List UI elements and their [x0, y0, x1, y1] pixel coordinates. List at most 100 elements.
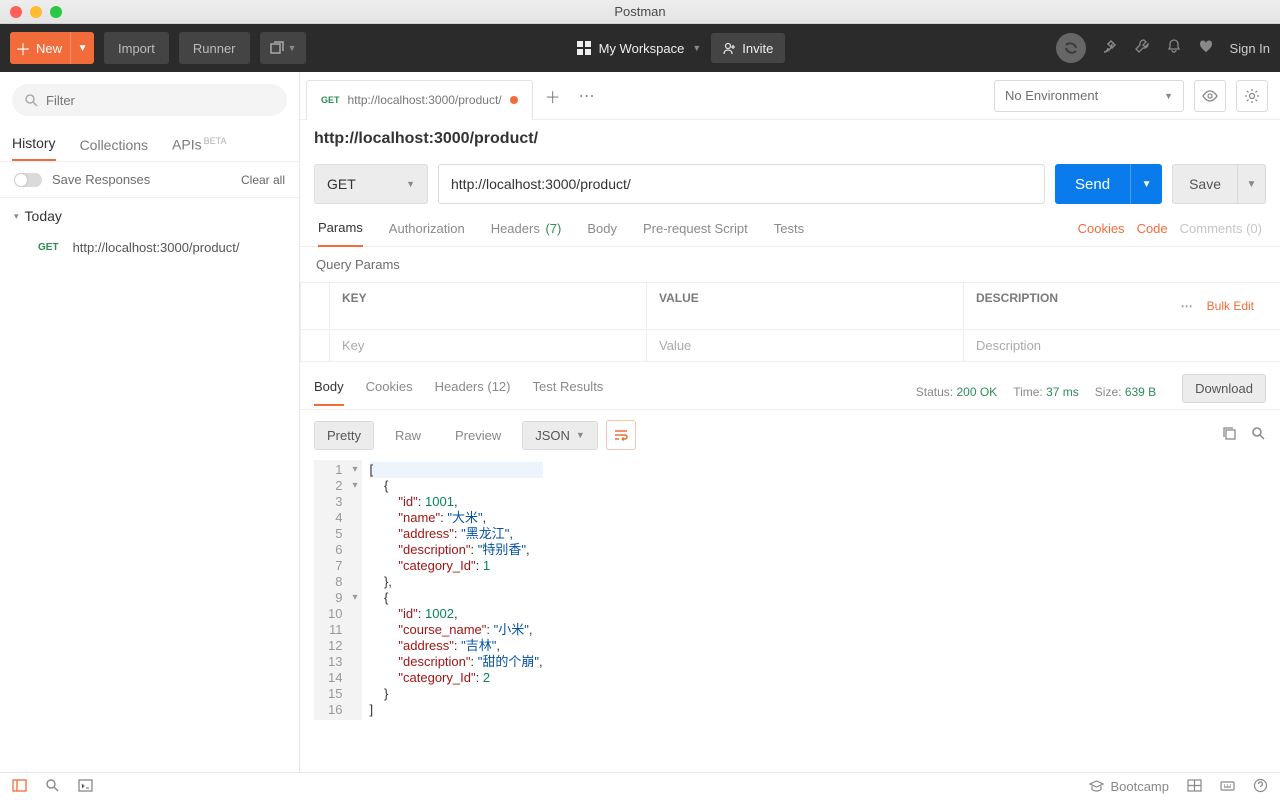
bulk-edit-link[interactable]: Bulk Edit — [1207, 299, 1254, 313]
request-tab[interactable]: GET http://localhost:3000/product/ — [306, 80, 533, 120]
tab-history[interactable]: History — [12, 135, 56, 161]
send-dropdown[interactable]: ▼ — [1130, 164, 1162, 204]
tab-body[interactable]: Body — [587, 221, 617, 246]
grid-icon — [577, 41, 591, 55]
cookies-link[interactable]: Cookies — [1078, 221, 1125, 236]
clear-all-link[interactable]: Clear all — [241, 173, 285, 187]
tab-more-button[interactable]: ⋯ — [573, 82, 601, 110]
qp-key-input[interactable] — [342, 338, 634, 353]
request-title: http://localhost:3000/product/ — [300, 120, 1280, 158]
console-icon[interactable] — [78, 778, 93, 796]
add-tab-button[interactable]: ＋ — [539, 82, 567, 110]
send-button[interactable]: Send — [1055, 164, 1130, 204]
resp-tab-headers[interactable]: Headers (12) — [435, 379, 511, 404]
bootcamp-icon — [1089, 779, 1104, 794]
time-value: 37 ms — [1046, 385, 1079, 399]
copy-icon[interactable] — [1222, 426, 1237, 444]
query-params-table: KEY VALUE DESCRIPTION ⋯ Bulk Edit — [300, 282, 1280, 362]
request-sub-tabs: Params Authorization Headers (7) Body Pr… — [300, 210, 1280, 247]
wrench-icon[interactable] — [1134, 38, 1150, 59]
open-new-button[interactable]: ▼ — [260, 32, 307, 64]
tab-url: http://localhost:3000/product/ — [348, 93, 502, 107]
satellite-icon[interactable] — [1102, 38, 1118, 59]
response-toolbar: Pretty Raw Preview JSON ▼ — [300, 410, 1280, 460]
comments-link[interactable]: Comments (0) — [1180, 221, 1262, 236]
method-dropdown[interactable]: GET ▼ — [314, 164, 428, 204]
code-link[interactable]: Code — [1137, 221, 1168, 236]
save-button[interactable]: Save — [1172, 164, 1238, 204]
raw-button[interactable]: Raw — [382, 421, 434, 450]
new-button[interactable]: ＋ New ▼ — [10, 32, 94, 64]
new-dropdown[interactable]: ▼ — [70, 32, 94, 64]
request-row: GET ▼ Send ▼ Save ▼ — [300, 158, 1280, 210]
save-dropdown[interactable]: ▼ — [1238, 164, 1266, 204]
filter-input[interactable] — [46, 93, 275, 108]
tab-authorization[interactable]: Authorization — [389, 221, 465, 246]
runner-button[interactable]: Runner — [179, 32, 250, 64]
sync-icon[interactable] — [1056, 33, 1086, 63]
qp-header-row: KEY VALUE DESCRIPTION ⋯ Bulk Edit — [300, 283, 1280, 330]
wrap-lines-button[interactable] — [606, 420, 636, 450]
status-value: 200 OK — [956, 385, 997, 399]
qp-value-input[interactable] — [659, 338, 951, 353]
qp-header-key: KEY — [330, 283, 647, 329]
unsaved-indicator — [510, 96, 518, 104]
heart-icon[interactable] — [1198, 38, 1214, 59]
response-tabs: Body Cookies Headers (12) Test Results S… — [300, 362, 1280, 410]
bell-icon[interactable] — [1166, 38, 1182, 59]
qp-desc-input[interactable] — [976, 338, 1268, 353]
resp-tab-body[interactable]: Body — [314, 379, 344, 406]
chevron-down-icon: ▾ — [14, 211, 19, 222]
invite-icon — [723, 42, 736, 55]
chevron-down-icon: ▼ — [406, 179, 415, 189]
invite-button[interactable]: Invite — [711, 33, 785, 63]
sidebar: History Collections APIsBETA Save Respon… — [0, 72, 300, 772]
env-preview-button[interactable] — [1194, 80, 1226, 112]
window-title: Postman — [0, 4, 1280, 19]
qp-header-value: VALUE — [647, 283, 964, 329]
find-icon[interactable] — [45, 778, 60, 796]
download-button[interactable]: Download — [1182, 374, 1266, 403]
tab-prerequest[interactable]: Pre-request Script — [643, 221, 748, 246]
save-responses-row: Save Responses Clear all — [0, 162, 299, 198]
more-icon[interactable]: ⋯ — [1181, 299, 1193, 313]
plus-icon: ＋ — [10, 36, 36, 60]
panes-icon[interactable] — [1187, 778, 1202, 796]
tab-tests[interactable]: Tests — [774, 221, 804, 246]
qp-header-desc: DESCRIPTION — [976, 291, 1058, 321]
resp-tab-tests[interactable]: Test Results — [533, 379, 604, 404]
preview-button[interactable]: Preview — [442, 421, 514, 450]
import-button[interactable]: Import — [104, 32, 169, 64]
history-item[interactable]: GET http://localhost:3000/product/ — [0, 234, 299, 261]
search-response-icon[interactable] — [1251, 426, 1266, 444]
search-icon — [24, 93, 38, 107]
save-responses-toggle[interactable] — [14, 173, 42, 187]
history-url: http://localhost:3000/product/ — [73, 240, 240, 255]
resp-tab-cookies[interactable]: Cookies — [366, 379, 413, 404]
top-toolbar: ＋ New ▼ Import Runner ▼ My Workspace ▼ I… — [0, 24, 1280, 72]
workspace-selector[interactable]: My Workspace ▼ — [577, 41, 702, 56]
tab-params[interactable]: Params — [318, 220, 363, 247]
gear-icon — [1244, 88, 1260, 104]
format-dropdown[interactable]: JSON ▼ — [522, 421, 598, 450]
qp-input-row — [300, 330, 1280, 361]
response-body[interactable]: 12345678910111213141516 ▾▾▾ [ { "id": 10… — [300, 460, 1280, 734]
pretty-button[interactable]: Pretty — [314, 421, 374, 450]
tab-apis[interactable]: APIsBETA — [172, 136, 226, 161]
help-icon[interactable] — [1253, 778, 1268, 796]
filter-box[interactable] — [12, 84, 287, 116]
tab-headers[interactable]: Headers (7) — [491, 221, 562, 246]
signin-link[interactable]: Sign In — [1230, 41, 1270, 56]
url-input[interactable] — [438, 164, 1045, 204]
line-numbers: 12345678910111213141516 — [314, 460, 348, 720]
history-today[interactable]: ▾ Today — [0, 198, 299, 234]
keyboard-icon[interactable] — [1220, 778, 1235, 796]
environment-dropdown[interactable]: No Environment ▼ — [994, 80, 1184, 112]
tab-collections[interactable]: Collections — [80, 137, 148, 161]
save-responses-label: Save Responses — [52, 172, 150, 187]
chevron-down-icon: ▼ — [288, 43, 297, 53]
sidebar-toggle-icon[interactable] — [12, 778, 27, 796]
bootcamp-link[interactable]: Bootcamp — [1089, 779, 1169, 794]
sidebar-tabs: History Collections APIsBETA — [0, 128, 299, 162]
settings-button[interactable] — [1236, 80, 1268, 112]
